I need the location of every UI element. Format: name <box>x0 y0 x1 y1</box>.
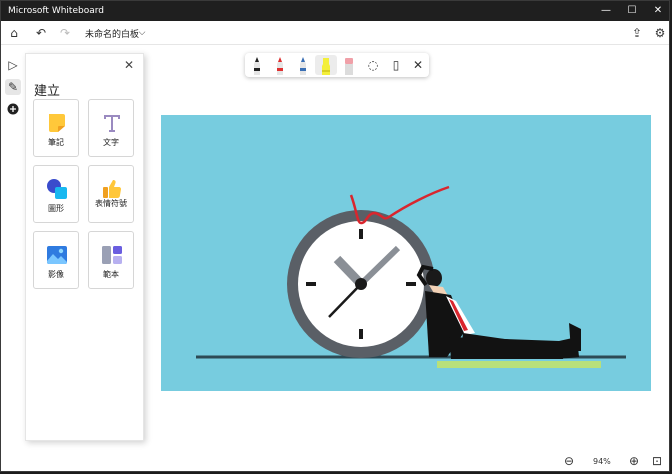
panel-heading: 建立 <box>34 84 61 99</box>
minimize-button[interactable]: — <box>593 1 619 21</box>
board-title[interactable]: 未命名的白板 <box>85 27 139 40</box>
close-pen-tray-icon[interactable]: ✕ <box>410 57 426 73</box>
left-rail: ▷ ✎ <box>1 53 25 443</box>
select-pointer-icon[interactable]: ▷ <box>5 57 21 73</box>
add-create-icon[interactable] <box>5 101 21 117</box>
chevron-down-icon[interactable]: ⌵ <box>134 25 150 41</box>
thumbs-up-icon <box>103 180 122 199</box>
highlighter-icon[interactable] <box>319 56 333 76</box>
template-tile[interactable]: 範本 <box>88 231 134 289</box>
shapes-icon <box>47 179 67 199</box>
share-icon[interactable]: ⇪ <box>629 25 645 41</box>
zoom-in-icon[interactable]: ⊕ <box>626 453 642 469</box>
text-icon <box>104 115 120 132</box>
text-label: 文字 <box>103 138 119 147</box>
shapes-tile[interactable]: 圖形 <box>33 165 79 223</box>
maximize-button[interactable]: ☐ <box>619 1 645 21</box>
home-icon[interactable]: ⌂ <box>6 25 22 41</box>
image-icon <box>47 246 67 264</box>
undo-icon[interactable]: ↶ <box>33 25 49 41</box>
zoom-out-icon[interactable]: ⊖ <box>561 453 577 469</box>
settings-gear-icon[interactable]: ⚙ <box>652 25 668 41</box>
blue-pen-icon[interactable] <box>296 56 310 76</box>
red-pen-icon[interactable] <box>273 56 287 76</box>
lasso-select-icon[interactable]: ◌ <box>365 57 381 73</box>
businessman-clock-illustration <box>196 185 626 368</box>
black-pen-icon[interactable] <box>250 56 264 76</box>
image-label: 影像 <box>48 270 64 279</box>
shapes-label: 圖形 <box>48 204 64 213</box>
template-icon <box>102 246 122 264</box>
create-panel: ✕ 建立 筆記 文字 圖形 表情符號 影像 範本 <box>25 53 144 441</box>
panel-close-icon[interactable]: ✕ <box>124 58 134 72</box>
zoom-level: 94% <box>593 457 611 466</box>
pen-tray: ◌ ▯ ✕ <box>245 53 429 77</box>
eraser-icon[interactable] <box>342 56 356 76</box>
redo-icon[interactable]: ↷ <box>57 25 73 41</box>
window-title: Microsoft Whiteboard <box>8 6 104 16</box>
app-window: Microsoft Whiteboard — ☐ ✕ ⌂ ↶ ↷ 未命名的白板 … <box>0 0 670 472</box>
emoji-label: 表情符號 <box>95 199 127 208</box>
fit-to-screen-icon[interactable]: ⊡ <box>649 453 665 469</box>
zoom-controls: ⊖ 94% ⊕ ⊡ <box>553 451 671 471</box>
image-tile[interactable]: 影像 <box>33 231 79 289</box>
canvas-image[interactable] <box>161 115 651 391</box>
template-label: 範本 <box>103 270 119 279</box>
note-label: 筆記 <box>48 138 64 147</box>
sticky-note-icon <box>49 114 65 132</box>
close-window-button[interactable]: ✕ <box>645 1 671 21</box>
top-toolbar: ⌂ ↶ ↷ 未命名的白板 ⌵ ⇪ ⚙ <box>1 21 669 45</box>
emoji-tile[interactable]: 表情符號 <box>88 165 134 223</box>
note-tile[interactable]: 筆記 <box>33 99 79 157</box>
title-bar: Microsoft Whiteboard — ☐ ✕ <box>1 1 669 21</box>
ruler-icon[interactable]: ▯ <box>388 57 404 73</box>
text-tile[interactable]: 文字 <box>88 99 134 157</box>
pen-tool-icon[interactable]: ✎ <box>5 79 21 95</box>
